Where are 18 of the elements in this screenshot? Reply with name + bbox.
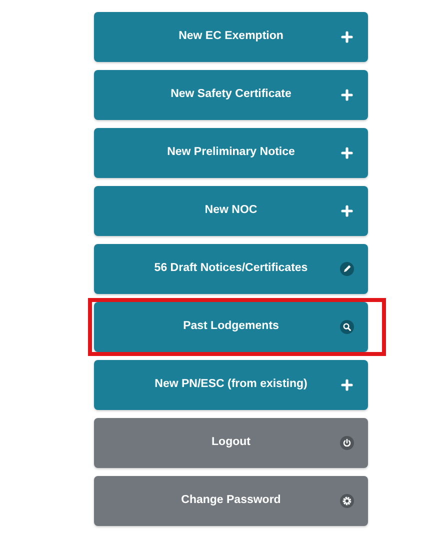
- menu-button[interactable]: Past Lodgements: [94, 302, 368, 352]
- plus-icon: [340, 378, 354, 392]
- gear-icon: [340, 494, 354, 508]
- menu-button[interactable]: New Preliminary Notice: [94, 128, 368, 178]
- menu-button[interactable]: New EC Exemption: [94, 12, 368, 62]
- plus-icon: [340, 30, 354, 44]
- plus-icon: [340, 146, 354, 160]
- plus-icon: [340, 204, 354, 218]
- menu-button[interactable]: Logout: [94, 418, 368, 468]
- menu-button[interactable]: Change Password: [94, 476, 368, 526]
- menu-button[interactable]: 56 Draft Notices/Certificates: [94, 244, 368, 294]
- menu-button[interactable]: New NOC: [94, 186, 368, 236]
- plus-icon: [340, 88, 354, 102]
- power-icon: [340, 436, 354, 450]
- search-icon: [340, 320, 354, 334]
- pencil-icon: [340, 262, 354, 276]
- menu-button[interactable]: New PN/ESC (from existing): [94, 360, 368, 410]
- menu-button[interactable]: New Safety Certificate: [94, 70, 368, 120]
